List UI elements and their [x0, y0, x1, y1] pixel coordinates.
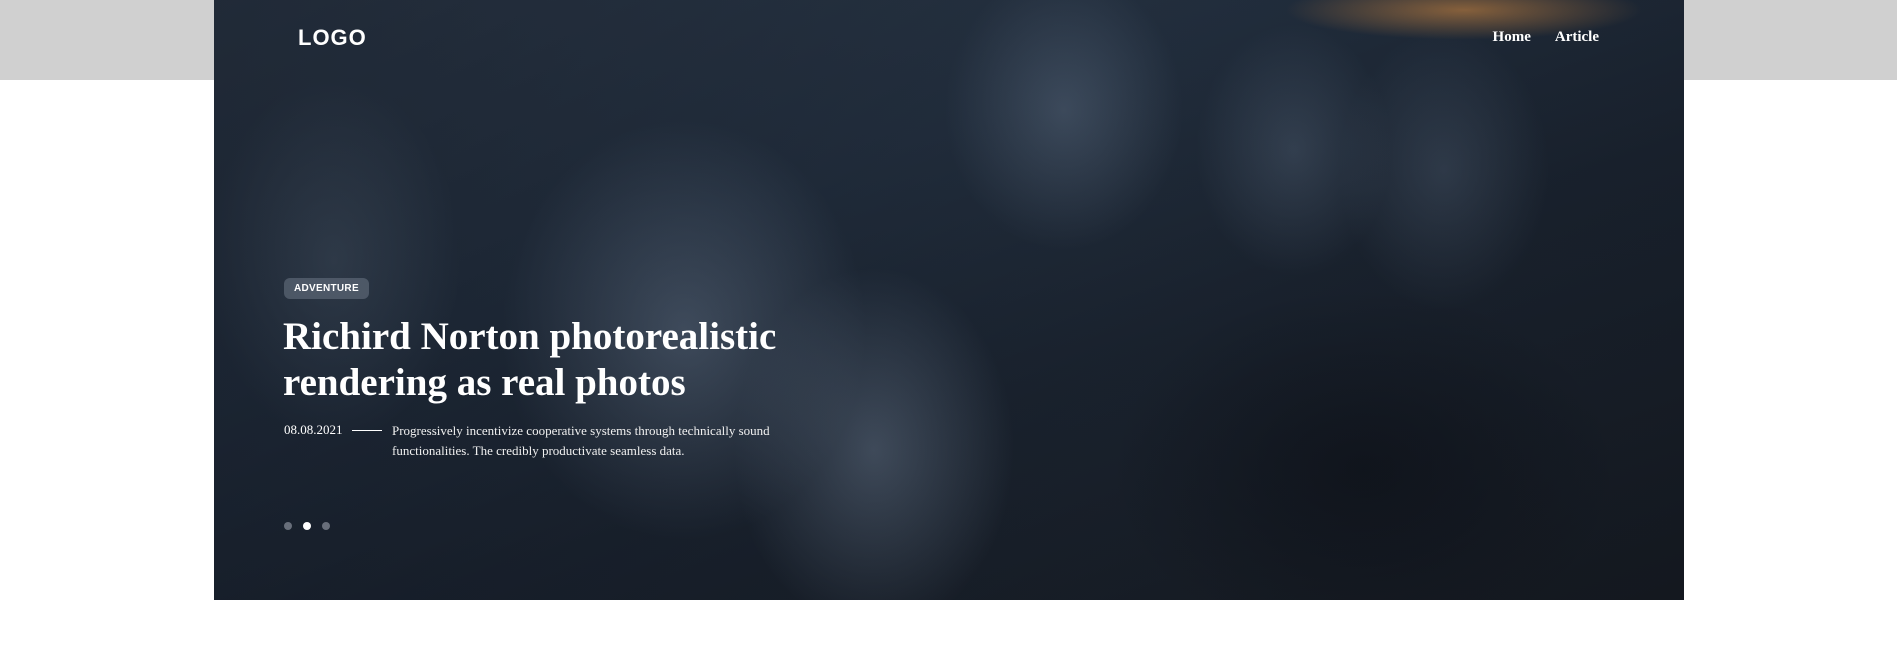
category-badge[interactable]: ADVENTURE	[284, 278, 369, 299]
hero-description: Progressively incentivize cooperative sy…	[392, 423, 770, 458]
nav-link-article[interactable]: Article	[1555, 29, 1599, 46]
slider-dot-3[interactable]	[322, 522, 330, 530]
meta-divider	[352, 430, 382, 431]
main-nav: Home Article	[1493, 29, 1599, 46]
hero-banner	[214, 0, 1684, 600]
post-date: 08.08.2021	[284, 422, 343, 437]
hero-overlay	[214, 0, 1684, 600]
site-logo[interactable]: LOGO	[298, 25, 367, 51]
hero-title: Richird Norton photorealistic rendering …	[283, 315, 777, 404]
slider-dot-1[interactable]	[284, 522, 292, 530]
nav-link-home[interactable]: Home	[1493, 29, 1531, 46]
slider-dot-2[interactable]	[303, 522, 311, 530]
slider-pagination	[284, 522, 330, 530]
